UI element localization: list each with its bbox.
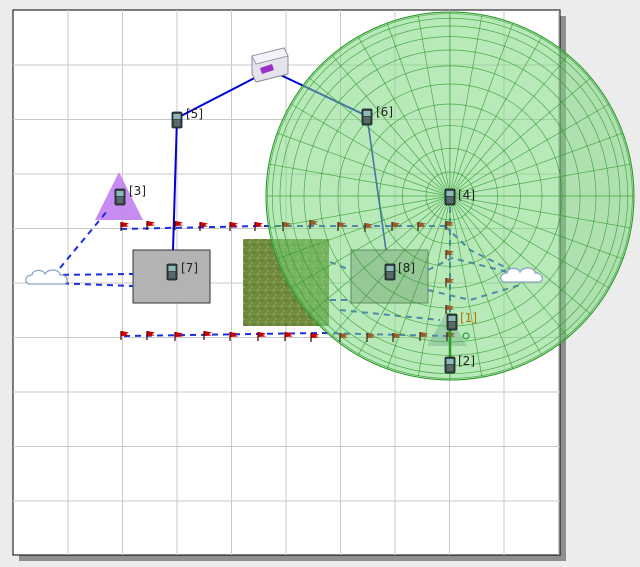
mobile-phone-icon	[384, 263, 396, 281]
node-2-label: [2]	[458, 354, 475, 368]
node-5-label: [5]	[186, 107, 203, 121]
node-6-label: [6]	[376, 105, 393, 119]
mobile-phone-icon	[171, 111, 183, 129]
mobile-phone-icon	[444, 188, 456, 206]
node-1-label: [1]	[460, 311, 477, 325]
node-7-label: [7]	[181, 261, 198, 275]
mobile-phone-icon	[166, 263, 178, 281]
node-3-label: [3]	[129, 184, 146, 198]
node-8-label: [8]	[398, 261, 415, 275]
mobile-phone-icon	[446, 313, 458, 331]
simulation-canvas[interactable]: [5] [6] [3] [4] [7] [8] [1] [2]	[0, 0, 640, 567]
mobile-phone-icon	[114, 188, 126, 206]
mobile-phone-icon	[444, 356, 456, 374]
node-4-label: [4]	[458, 188, 475, 202]
mobile-phone-icon	[361, 108, 373, 126]
